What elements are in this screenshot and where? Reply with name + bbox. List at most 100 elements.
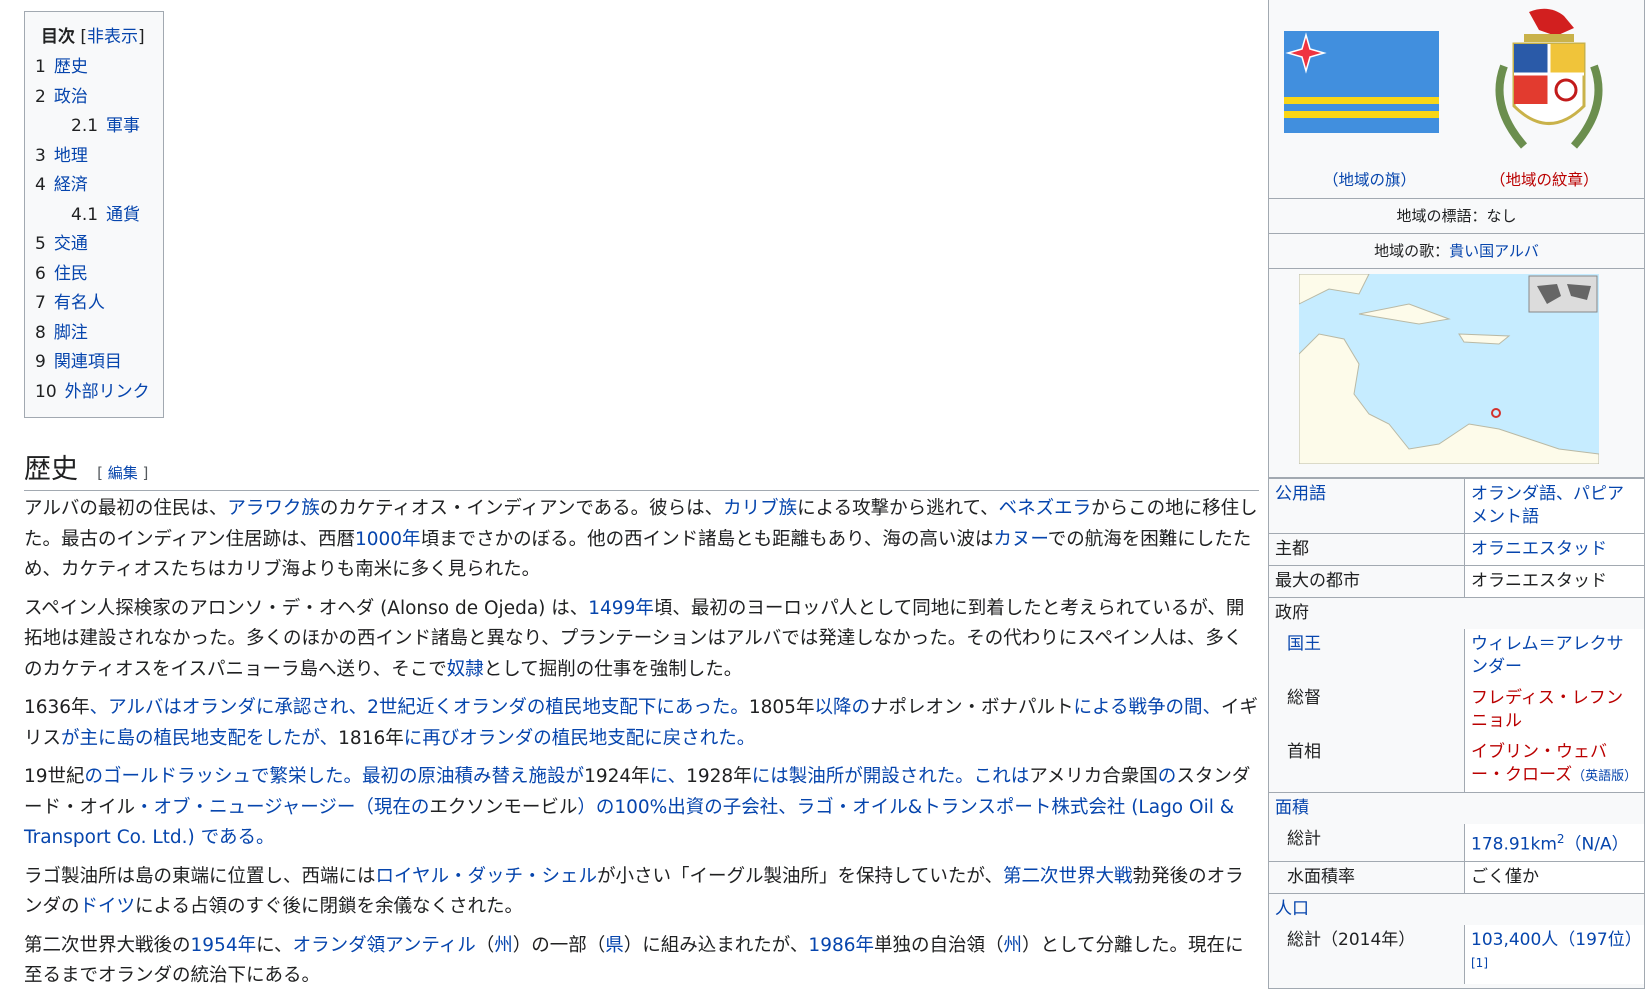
capital-value[interactable]: オラニエスタッド bbox=[1464, 533, 1644, 566]
coat-of-arms-image[interactable] bbox=[1484, 6, 1614, 156]
toc-item-label[interactable]: 脚注 bbox=[54, 323, 88, 343]
article-link[interactable]: 、アルバはオランダに承認され、2世紀近くオランダの植民地支配下にあった。 bbox=[90, 697, 749, 718]
toc-item-number: 2.1 bbox=[71, 116, 99, 136]
toc-item[interactable]: 2 政治 bbox=[35, 83, 155, 113]
official-language-label[interactable]: 公用語 bbox=[1269, 478, 1465, 534]
toc-item[interactable]: 4 経済 bbox=[35, 171, 155, 201]
article-link[interactable]: アラワク族 bbox=[227, 498, 320, 519]
article-link[interactable]: 1986年 bbox=[808, 935, 874, 956]
article-link[interactable]: 1499年 bbox=[588, 598, 654, 619]
article-link[interactable]: 1954年 bbox=[191, 935, 257, 956]
toc-item[interactable]: 4.1 通貨 bbox=[35, 201, 155, 231]
toc-item[interactable]: 2.1 軍事 bbox=[35, 112, 155, 142]
article-link[interactable]: のゴールドラッシュで繁栄した。最初の原油積み替え施設が bbox=[85, 766, 585, 787]
toc-item-label[interactable]: 政治 bbox=[54, 87, 88, 107]
article-link[interactable]: カヌー bbox=[993, 529, 1047, 550]
area-label[interactable]: 面積 bbox=[1269, 792, 1644, 824]
location-map[interactable] bbox=[1269, 269, 1644, 478]
toc-item-label[interactable]: 住民 bbox=[54, 264, 88, 284]
toc-item[interactable]: 5 交通 bbox=[35, 230, 155, 260]
toc-item-label[interactable]: 外部リンク bbox=[65, 382, 150, 402]
largest-city-label: 最大の都市 bbox=[1269, 565, 1465, 598]
article-body: アルバの最初の住民は、アラワク族のカケティオス・インディアンである。彼らは、カリ… bbox=[24, 494, 1259, 1000]
aruba-flag-image[interactable] bbox=[1284, 31, 1439, 133]
toc-toggle-link[interactable]: 非表示 bbox=[87, 27, 138, 47]
toc-item-label[interactable]: 有名人 bbox=[54, 293, 105, 313]
coat-caption[interactable]: （地域の紋章） bbox=[1490, 168, 1599, 190]
toc-item-label[interactable]: 軍事 bbox=[106, 116, 140, 136]
toc-item[interactable]: 6 住民 bbox=[35, 260, 155, 290]
article-link[interactable]: カリブ族 bbox=[723, 498, 797, 519]
article-link[interactable]: に再びオランダの植民地支配に戻された。 bbox=[404, 728, 756, 749]
toc-item-label[interactable]: 関連項目 bbox=[54, 352, 122, 372]
article-link[interactable]: 奴隷 bbox=[447, 659, 484, 680]
article-link[interactable]: ・オブ・ニュージャージー（現在の bbox=[135, 797, 429, 818]
population-ref[interactable]: [1] bbox=[1471, 956, 1488, 970]
article-link[interactable]: 州 bbox=[1004, 935, 1023, 956]
toc-item-number: 2 bbox=[35, 86, 46, 107]
population-total-value[interactable]: 103,400人（197位） bbox=[1471, 930, 1642, 950]
paragraph-1: アルバの最初の住民は、アラワク族のカケティオス・インディアンである。彼らは、カリ… bbox=[24, 494, 1259, 586]
governor-value[interactable]: フレディス・レフンニョル bbox=[1464, 683, 1644, 737]
article-text: 単独の自治領（ bbox=[874, 934, 1004, 956]
article-text: 第二次世界大戦後の bbox=[24, 934, 191, 956]
section-title: 歴史 bbox=[24, 454, 78, 485]
toc-item-label[interactable]: 通貨 bbox=[106, 205, 140, 225]
anthem-link[interactable]: 貴い国アルバ bbox=[1449, 242, 1539, 260]
flag-caption[interactable]: （地域の旗） bbox=[1323, 168, 1416, 190]
toc-item-label[interactable]: 地理 bbox=[54, 146, 88, 166]
article-link[interactable]: オランダ領アンティル bbox=[293, 935, 476, 956]
article-text: ラゴ製油所は島の東端に位置し、西端には bbox=[24, 865, 376, 887]
king-value[interactable]: ウィレム＝アレクサンダー bbox=[1464, 629, 1644, 683]
toc-item[interactable]: 9 関連項目 bbox=[35, 348, 155, 378]
infobox-table: 公用語 オランダ語、パピアメント語 主都 オラニエスタッド 最大の都市 オラニエ… bbox=[1269, 478, 1644, 985]
anthem-row: 地域の歌：貴い国アルバ bbox=[1269, 234, 1644, 269]
king-label[interactable]: 国王 bbox=[1269, 629, 1465, 683]
population-total-cell: 103,400人（197位） [1] bbox=[1464, 924, 1644, 985]
article-text: に、 bbox=[256, 934, 293, 956]
water-value: ごく僅か bbox=[1464, 860, 1644, 894]
area-total-value[interactable]: 178.91km bbox=[1471, 835, 1557, 855]
article-link[interactable]: ロイヤル・ダッチ・シェル bbox=[376, 866, 597, 887]
article-text: 1924年 bbox=[584, 766, 650, 787]
toc-item-number: 9 bbox=[35, 352, 46, 372]
toc-item[interactable]: 8 脚注 bbox=[35, 319, 155, 349]
toc-item[interactable]: 7 有名人 bbox=[35, 289, 155, 319]
population-label[interactable]: 人口 bbox=[1269, 892, 1644, 925]
article-link[interactable]: の bbox=[1158, 766, 1177, 787]
prime-minister-label: 首相 bbox=[1287, 742, 1321, 762]
toc-item[interactable]: 1 歴史 bbox=[35, 53, 155, 83]
toc-item-label[interactable]: 交通 bbox=[54, 234, 88, 254]
article-link[interactable]: 州 bbox=[494, 935, 513, 956]
article-link[interactable]: 以降の bbox=[814, 697, 870, 718]
english-version-link[interactable]: （英語版） bbox=[1572, 769, 1637, 784]
capital-label: 主都 bbox=[1269, 533, 1465, 566]
prime-minister-cell: イブリン・ウェバー・クローズ（英語版） bbox=[1464, 737, 1644, 793]
toc-item-label[interactable]: 経済 bbox=[54, 175, 88, 195]
article-link[interactable]: 第二次世界大戦 bbox=[1003, 866, 1133, 887]
article-link[interactable]: ドイツ bbox=[80, 896, 136, 917]
official-language-value[interactable]: オランダ語、パピアメント語 bbox=[1464, 478, 1644, 534]
article-text: による占領のすぐ後に閉鎖を余儀なくされた。 bbox=[135, 896, 523, 917]
motto-row: 地域の標語：なし bbox=[1269, 199, 1644, 234]
article-link[interactable]: に、 bbox=[650, 766, 686, 787]
toc-title: 目次 bbox=[41, 27, 75, 47]
toc-item[interactable]: 3 地理 bbox=[35, 142, 155, 172]
article-link[interactable]: 県 bbox=[605, 935, 624, 956]
population-total-label: 総計（2014年） bbox=[1287, 929, 1416, 950]
flag-star-icon bbox=[1285, 32, 1327, 74]
article-link[interactable]: が主に島の植民地支配をしたが、 bbox=[61, 728, 338, 749]
article-text: 1816年 bbox=[338, 727, 404, 749]
article-link[interactable]: による戦争の間、 bbox=[1074, 697, 1221, 718]
article-link[interactable]: ベネズエラ bbox=[999, 498, 1092, 519]
article-link[interactable]: には製油所が開設された。これは bbox=[752, 766, 1030, 787]
toc-item-label[interactable]: 歴史 bbox=[54, 57, 88, 77]
toc-item[interactable]: 10 外部リンク bbox=[35, 378, 155, 408]
article-text: スペイン人探検家のアロンソ・デ・オヘダ (Alonso de Ojeda) は、 bbox=[24, 597, 589, 619]
edit-link[interactable]: 編集 bbox=[108, 464, 138, 482]
article-text: 19世紀 bbox=[24, 766, 85, 787]
toc-item-number: 3 bbox=[35, 145, 46, 166]
article-text: アメリカ合衆国 bbox=[1029, 766, 1158, 787]
area-rank[interactable]: （N/A） bbox=[1565, 835, 1629, 855]
article-link[interactable]: 1000年 bbox=[355, 529, 421, 550]
